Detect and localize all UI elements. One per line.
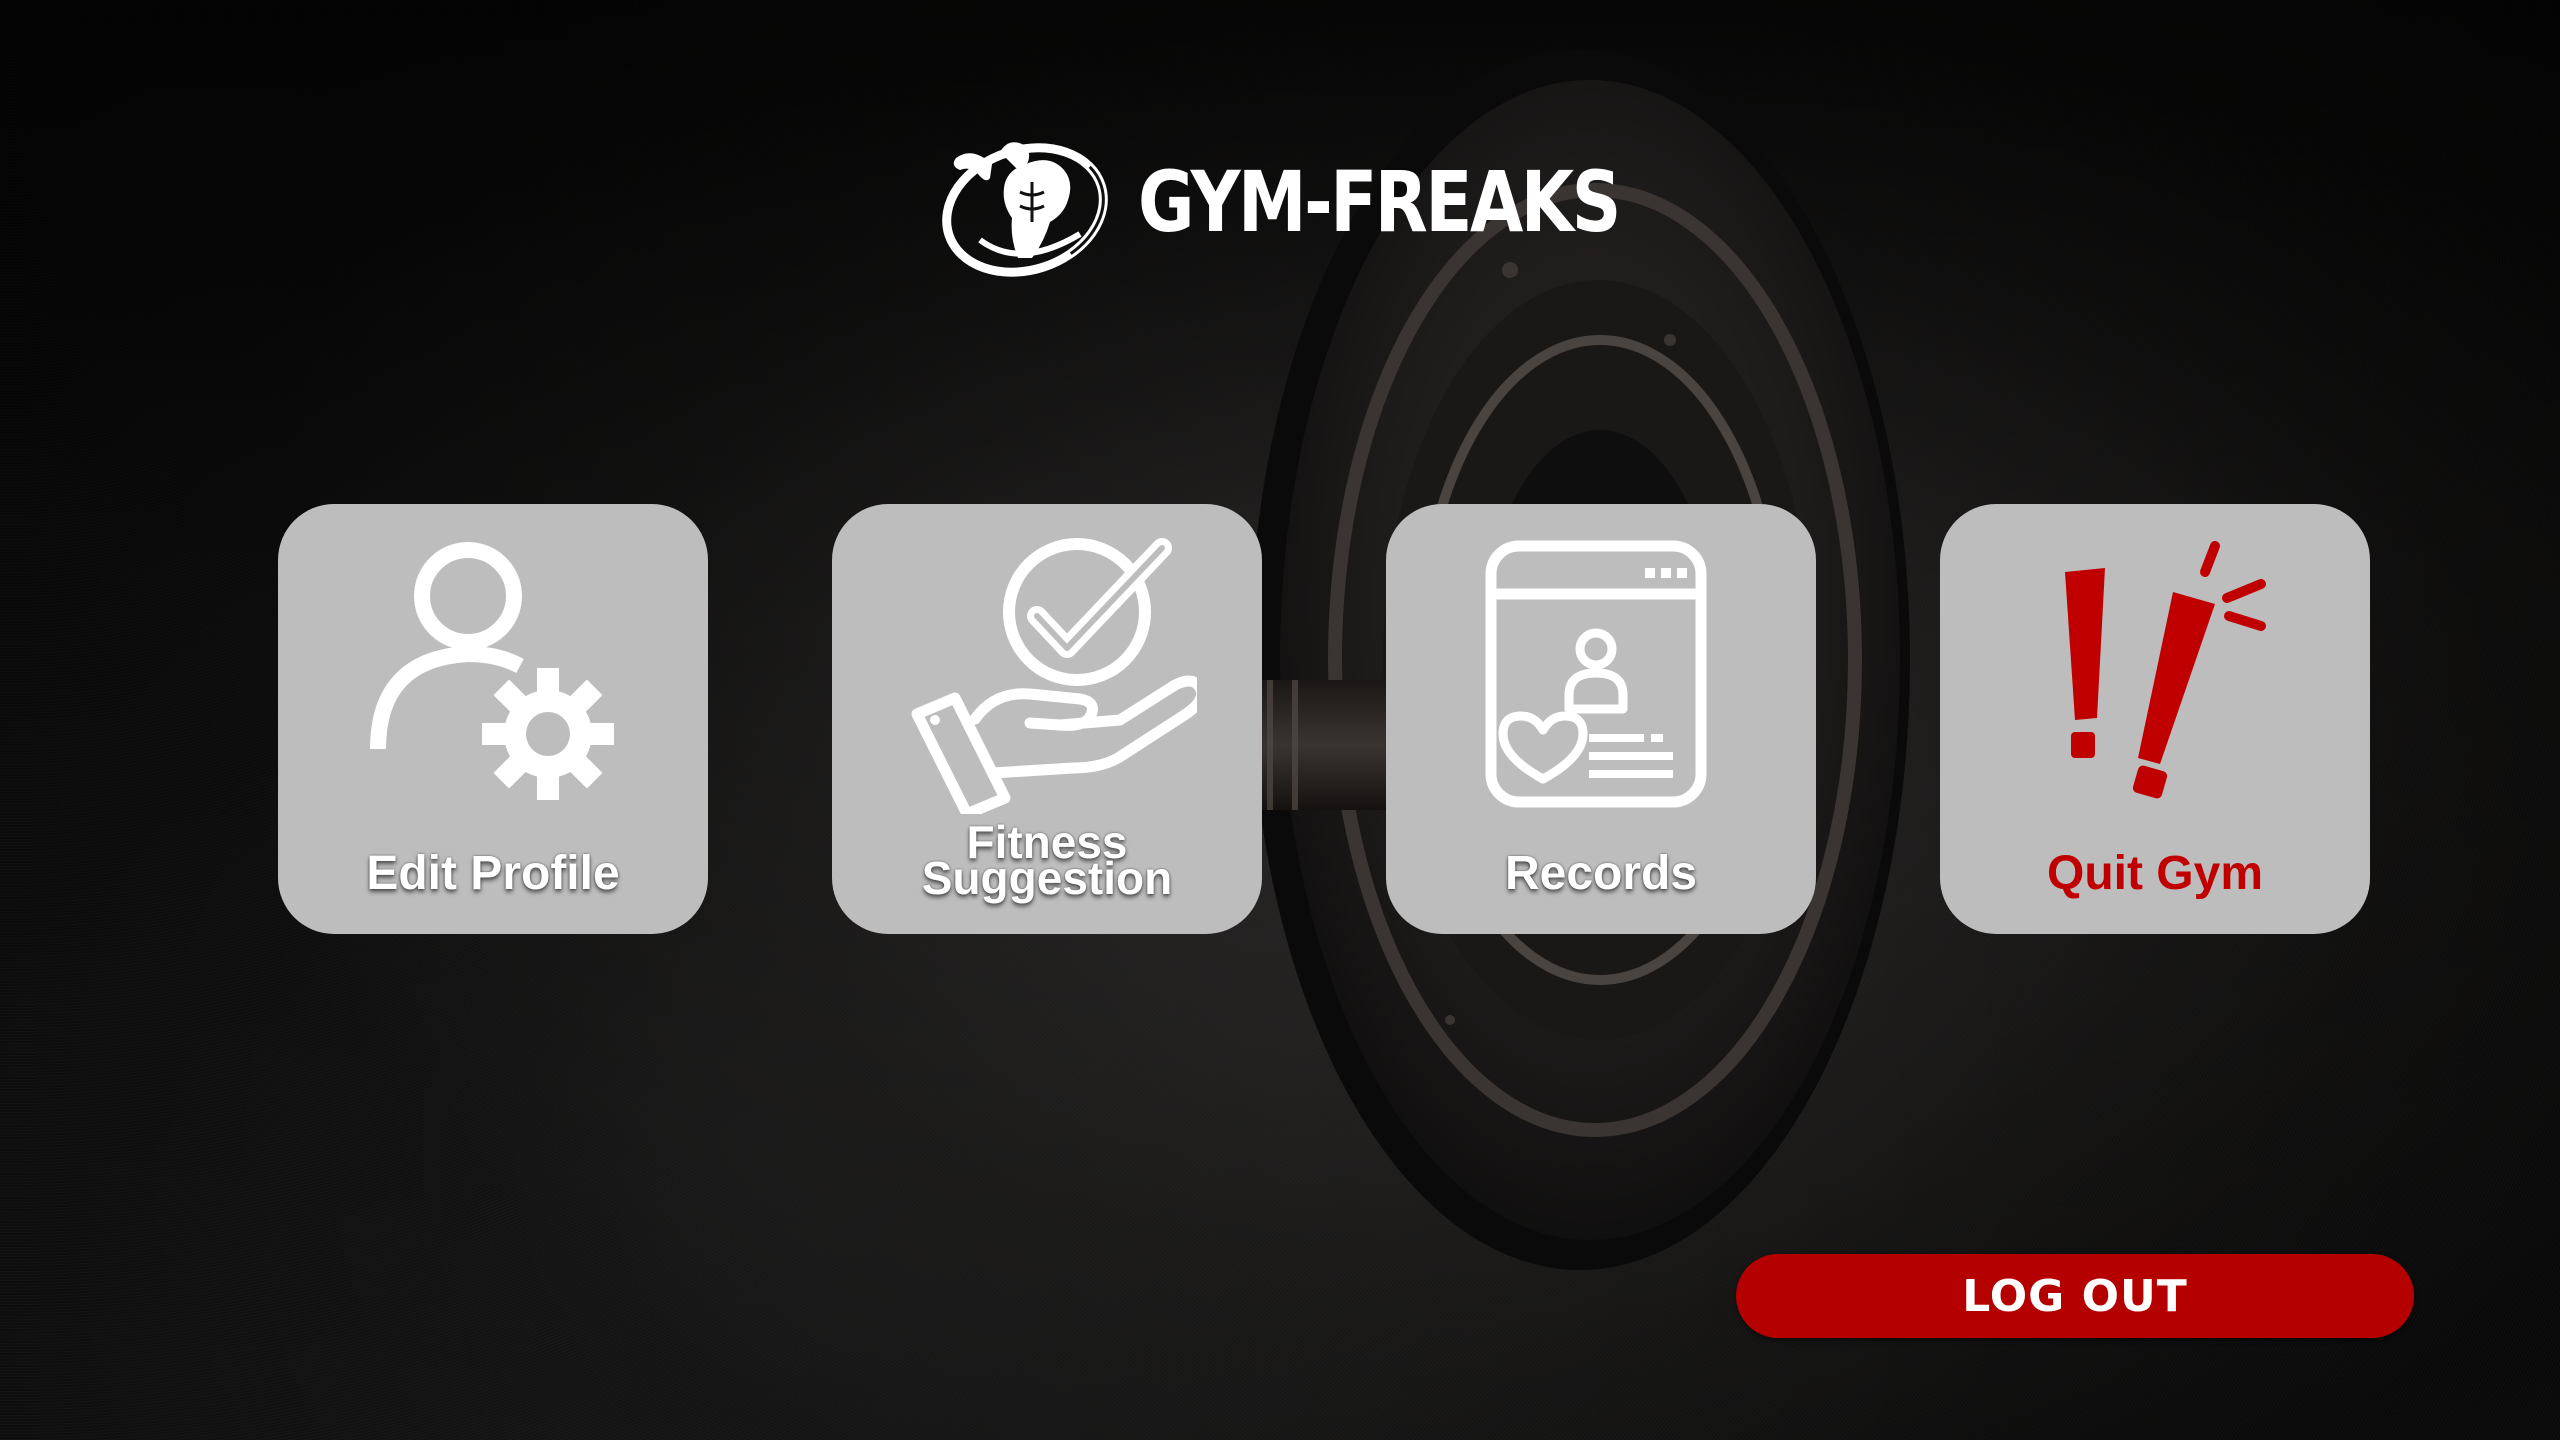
profile-card-icon (1485, 540, 1707, 808)
edit-profile-label: Edit Profile (366, 847, 620, 900)
records-button[interactable]: Records (1386, 504, 1816, 934)
brand-name: GYM-FREAKS (1138, 153, 1621, 251)
fitness-suggestion-label: Fitness Suggestion (832, 819, 1262, 904)
exclamation-icon (2065, 541, 2266, 799)
edit-profile-button[interactable]: Edit Profile (278, 504, 708, 934)
brand-header: GYM-FREAKS (940, 122, 1724, 282)
hand-checkmark-icon (911, 538, 1197, 814)
bodybuilder-logo-icon (942, 142, 1108, 277)
main-menu-screen: GYM-FREAKS Edit Profile Fitness Suggesti… (0, 0, 2560, 1440)
logout-button[interactable]: LOG OUT (1736, 1254, 2414, 1338)
user-gear-icon (370, 542, 614, 800)
quit-gym-label: Quit Gym (2046, 847, 2264, 900)
fitness-suggestion-button[interactable]: Fitness Suggestion (832, 504, 1262, 934)
quit-gym-button[interactable]: Quit Gym (1940, 504, 2370, 934)
fitness-suggestion-label-line2: Suggestion (921, 852, 1173, 904)
records-label: Records (1504, 847, 1698, 900)
